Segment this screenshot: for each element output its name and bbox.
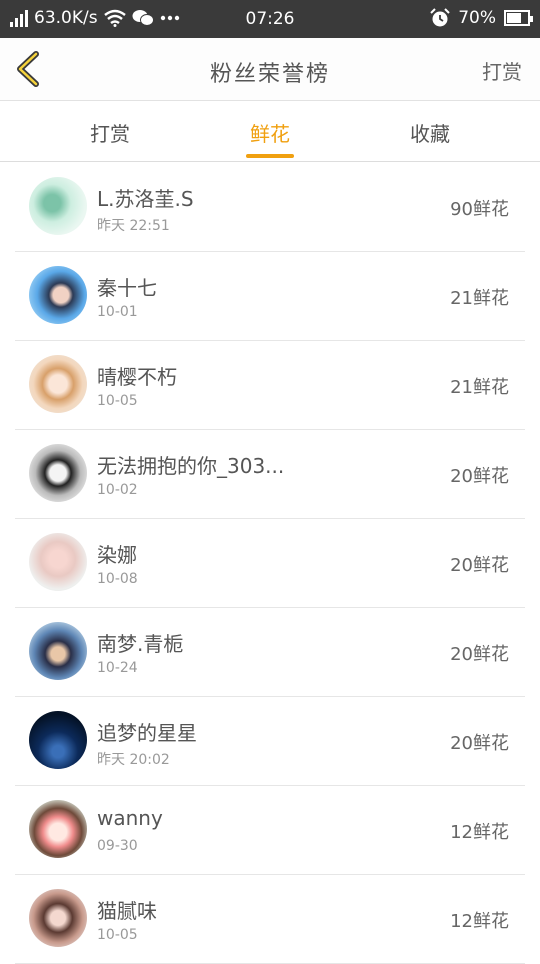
battery-percent: 70% [458, 8, 496, 28]
avatar [29, 800, 87, 858]
user-name: 晴樱不朽 [97, 365, 177, 389]
list-item[interactable]: 追梦的星星 昨天 20:02 20鲜花 [15, 697, 525, 786]
list-item[interactable]: 猫腻味 10-05 12鲜花 [15, 875, 525, 964]
flower-count: 21鲜花 [450, 288, 509, 309]
avatar [29, 711, 87, 769]
list-item[interactable]: L.苏洛茥.S 昨天 22:51 90鲜花 [15, 163, 525, 252]
time-label: 10-08 [97, 571, 138, 587]
user-name: 秦十七 [97, 276, 157, 300]
tab-reward[interactable]: 打赏 [50, 118, 170, 147]
time-label: 10-01 [97, 304, 138, 320]
list-item[interactable]: 南梦.青栀 10-24 20鲜花 [15, 608, 525, 697]
list-item[interactable]: 染娜 10-08 20鲜花 [15, 519, 525, 608]
flower-count: 20鲜花 [450, 555, 509, 576]
list-item[interactable]: 秦十七 10-01 21鲜花 [15, 252, 525, 341]
status-bar: 63.0K/s 07:26 70% [0, 0, 540, 38]
tab-favorites[interactable]: 收藏 [370, 118, 490, 147]
fan-list: L.苏洛茥.S 昨天 22:51 90鲜花 秦十七 10-01 21鲜花 晴樱不… [0, 163, 540, 964]
user-name: L.苏洛茥.S [97, 187, 194, 211]
user-name: wanny [97, 806, 163, 830]
flower-count: 20鲜花 [450, 733, 509, 754]
avatar [29, 177, 87, 235]
avatar [29, 266, 87, 324]
flower-count: 20鲜花 [450, 644, 509, 665]
avatar [29, 889, 87, 947]
alarm-icon [430, 8, 450, 27]
flower-count: 12鲜花 [450, 822, 509, 843]
avatar [29, 533, 87, 591]
avatar [29, 355, 87, 413]
list-item[interactable]: 无法拥抱的你_303... 10-02 20鲜花 [15, 430, 525, 519]
time-label: 昨天 22:51 [97, 218, 170, 234]
time-label: 10-05 [97, 927, 138, 943]
user-name: 染娜 [97, 543, 137, 567]
user-name: 猫腻味 [97, 899, 157, 923]
reward-button[interactable]: 打赏 [482, 56, 522, 85]
user-name: 追梦的星星 [97, 721, 197, 745]
time-label: 10-05 [97, 393, 138, 409]
flower-count: 21鲜花 [450, 377, 509, 398]
tab-bar: 打赏 鲜花 收藏 [0, 102, 540, 162]
time-label: 09-30 [97, 838, 138, 854]
time-label: 昨天 20:02 [97, 752, 170, 768]
list-item[interactable]: wanny 09-30 12鲜花 [15, 786, 525, 875]
user-name: 无法拥抱的你_303... [97, 454, 285, 478]
battery-icon [504, 10, 533, 26]
time-label: 10-02 [97, 482, 138, 498]
active-tab-indicator [246, 154, 294, 158]
list-item[interactable]: 晴樱不朽 10-05 21鲜花 [15, 341, 525, 430]
flower-count: 12鲜花 [450, 911, 509, 932]
avatar [29, 444, 87, 502]
flower-count: 90鲜花 [450, 199, 509, 220]
title-bar: 粉丝荣誉榜 打赏 [0, 38, 540, 101]
user-name: 南梦.青栀 [97, 632, 184, 656]
page-title: 粉丝荣誉榜 [209, 62, 330, 87]
time-label: 10-24 [97, 660, 138, 676]
tab-flowers[interactable]: 鲜花 [210, 118, 330, 147]
flower-count: 20鲜花 [450, 466, 509, 487]
avatar [29, 622, 87, 680]
